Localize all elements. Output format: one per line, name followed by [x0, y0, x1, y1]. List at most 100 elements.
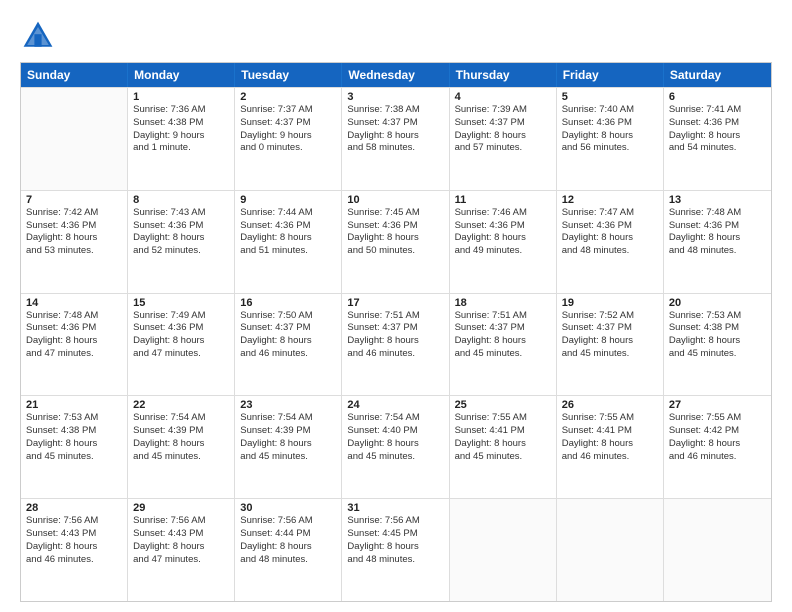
cell-info-line: Sunrise: 7:53 AM	[26, 412, 122, 425]
cell-info-line: Sunset: 4:36 PM	[26, 220, 122, 233]
cell-info-line: Daylight: 8 hours	[26, 438, 122, 451]
cell-info-line: Daylight: 8 hours	[347, 232, 443, 245]
cell-info-line: Sunrise: 7:52 AM	[562, 310, 658, 323]
cell-info-line: Daylight: 8 hours	[347, 541, 443, 554]
cell-info-line: Daylight: 8 hours	[455, 232, 551, 245]
cell-info-line: Sunset: 4:38 PM	[133, 117, 229, 130]
cell-info-line: and 1 minute.	[133, 142, 229, 155]
day-number: 7	[26, 194, 122, 206]
cell-info-line: Sunset: 4:37 PM	[455, 117, 551, 130]
day-number: 19	[562, 297, 658, 309]
calendar-row-3: 21Sunrise: 7:53 AMSunset: 4:38 PMDayligh…	[21, 395, 771, 498]
cell-info-line: Daylight: 8 hours	[669, 130, 766, 143]
weekday-header-sunday: Sunday	[21, 63, 128, 87]
cell-info-line: Sunrise: 7:51 AM	[347, 310, 443, 323]
cell-info-line: and 48 minutes.	[347, 554, 443, 567]
calendar-day-20: 20Sunrise: 7:53 AMSunset: 4:38 PMDayligh…	[664, 294, 771, 396]
calendar-day-27: 27Sunrise: 7:55 AMSunset: 4:42 PMDayligh…	[664, 396, 771, 498]
cell-info-line: Daylight: 8 hours	[347, 130, 443, 143]
cell-info-line: Sunrise: 7:48 AM	[669, 207, 766, 220]
cell-info-line: and 51 minutes.	[240, 245, 336, 258]
cell-info-line: Sunset: 4:36 PM	[562, 220, 658, 233]
cell-info-line: Daylight: 8 hours	[562, 130, 658, 143]
cell-info-line: Sunrise: 7:43 AM	[133, 207, 229, 220]
day-number: 8	[133, 194, 229, 206]
calendar-day-6: 6Sunrise: 7:41 AMSunset: 4:36 PMDaylight…	[664, 88, 771, 190]
calendar-row-0: 1Sunrise: 7:36 AMSunset: 4:38 PMDaylight…	[21, 87, 771, 190]
day-number: 12	[562, 194, 658, 206]
cell-info-line: Sunrise: 7:40 AM	[562, 104, 658, 117]
cell-info-line: Sunrise: 7:50 AM	[240, 310, 336, 323]
day-number: 3	[347, 91, 443, 103]
cell-info-line: Daylight: 9 hours	[240, 130, 336, 143]
calendar-day-3: 3Sunrise: 7:38 AMSunset: 4:37 PMDaylight…	[342, 88, 449, 190]
cell-info-line: Sunrise: 7:45 AM	[347, 207, 443, 220]
calendar-day-5: 5Sunrise: 7:40 AMSunset: 4:36 PMDaylight…	[557, 88, 664, 190]
day-number: 2	[240, 91, 336, 103]
cell-info-line: Sunset: 4:45 PM	[347, 528, 443, 541]
calendar-day-7: 7Sunrise: 7:42 AMSunset: 4:36 PMDaylight…	[21, 191, 128, 293]
weekday-header-tuesday: Tuesday	[235, 63, 342, 87]
day-number: 30	[240, 502, 336, 514]
day-number: 28	[26, 502, 122, 514]
cell-info-line: and 50 minutes.	[347, 245, 443, 258]
cell-info-line: Daylight: 8 hours	[455, 130, 551, 143]
day-number: 25	[455, 399, 551, 411]
calendar-day-19: 19Sunrise: 7:52 AMSunset: 4:37 PMDayligh…	[557, 294, 664, 396]
cell-info-line: and 54 minutes.	[669, 142, 766, 155]
day-number: 26	[562, 399, 658, 411]
calendar-day-9: 9Sunrise: 7:44 AMSunset: 4:36 PMDaylight…	[235, 191, 342, 293]
cell-info-line: and 56 minutes.	[562, 142, 658, 155]
cell-info-line: Sunset: 4:39 PM	[133, 425, 229, 438]
cell-info-line: Sunrise: 7:56 AM	[133, 515, 229, 528]
cell-info-line: Sunset: 4:36 PM	[455, 220, 551, 233]
cell-info-line: Sunset: 4:36 PM	[669, 117, 766, 130]
cell-info-line: and 46 minutes.	[240, 348, 336, 361]
day-number: 20	[669, 297, 766, 309]
cell-info-line: Sunrise: 7:53 AM	[669, 310, 766, 323]
calendar-day-8: 8Sunrise: 7:43 AMSunset: 4:36 PMDaylight…	[128, 191, 235, 293]
cell-info-line: Sunset: 4:39 PM	[240, 425, 336, 438]
cell-info-line: Sunset: 4:36 PM	[133, 220, 229, 233]
calendar-row-1: 7Sunrise: 7:42 AMSunset: 4:36 PMDaylight…	[21, 190, 771, 293]
day-number: 13	[669, 194, 766, 206]
cell-info-line: Daylight: 8 hours	[133, 335, 229, 348]
cell-info-line: Sunset: 4:37 PM	[347, 322, 443, 335]
cell-info-line: Sunrise: 7:55 AM	[562, 412, 658, 425]
cell-info-line: Sunset: 4:37 PM	[347, 117, 443, 130]
calendar-day-30: 30Sunrise: 7:56 AMSunset: 4:44 PMDayligh…	[235, 499, 342, 601]
calendar-day-12: 12Sunrise: 7:47 AMSunset: 4:36 PMDayligh…	[557, 191, 664, 293]
calendar-day-1: 1Sunrise: 7:36 AMSunset: 4:38 PMDaylight…	[128, 88, 235, 190]
cell-info-line: and 53 minutes.	[26, 245, 122, 258]
cell-info-line: and 47 minutes.	[26, 348, 122, 361]
cell-info-line: Daylight: 8 hours	[347, 335, 443, 348]
cell-info-line: Sunset: 4:36 PM	[133, 322, 229, 335]
day-number: 4	[455, 91, 551, 103]
calendar-empty-cell	[450, 499, 557, 601]
calendar-day-22: 22Sunrise: 7:54 AMSunset: 4:39 PMDayligh…	[128, 396, 235, 498]
cell-info-line: and 57 minutes.	[455, 142, 551, 155]
cell-info-line: Sunset: 4:36 PM	[669, 220, 766, 233]
weekday-header-monday: Monday	[128, 63, 235, 87]
calendar-day-16: 16Sunrise: 7:50 AMSunset: 4:37 PMDayligh…	[235, 294, 342, 396]
cell-info-line: and 48 minutes.	[240, 554, 336, 567]
cell-info-line: Daylight: 8 hours	[562, 438, 658, 451]
cell-info-line: Sunset: 4:37 PM	[240, 322, 336, 335]
day-number: 18	[455, 297, 551, 309]
cell-info-line: and 47 minutes.	[133, 348, 229, 361]
calendar-day-25: 25Sunrise: 7:55 AMSunset: 4:41 PMDayligh…	[450, 396, 557, 498]
day-number: 1	[133, 91, 229, 103]
calendar-day-17: 17Sunrise: 7:51 AMSunset: 4:37 PMDayligh…	[342, 294, 449, 396]
cell-info-line: Daylight: 8 hours	[26, 335, 122, 348]
cell-info-line: Sunset: 4:41 PM	[562, 425, 658, 438]
cell-info-line: and 52 minutes.	[133, 245, 229, 258]
calendar-day-18: 18Sunrise: 7:51 AMSunset: 4:37 PMDayligh…	[450, 294, 557, 396]
day-number: 15	[133, 297, 229, 309]
calendar-empty-cell	[557, 499, 664, 601]
day-number: 9	[240, 194, 336, 206]
cell-info-line: Sunset: 4:43 PM	[26, 528, 122, 541]
cell-info-line: Sunset: 4:42 PM	[669, 425, 766, 438]
cell-info-line: Daylight: 8 hours	[562, 335, 658, 348]
cell-info-line: Sunrise: 7:44 AM	[240, 207, 336, 220]
cell-info-line: Sunrise: 7:37 AM	[240, 104, 336, 117]
